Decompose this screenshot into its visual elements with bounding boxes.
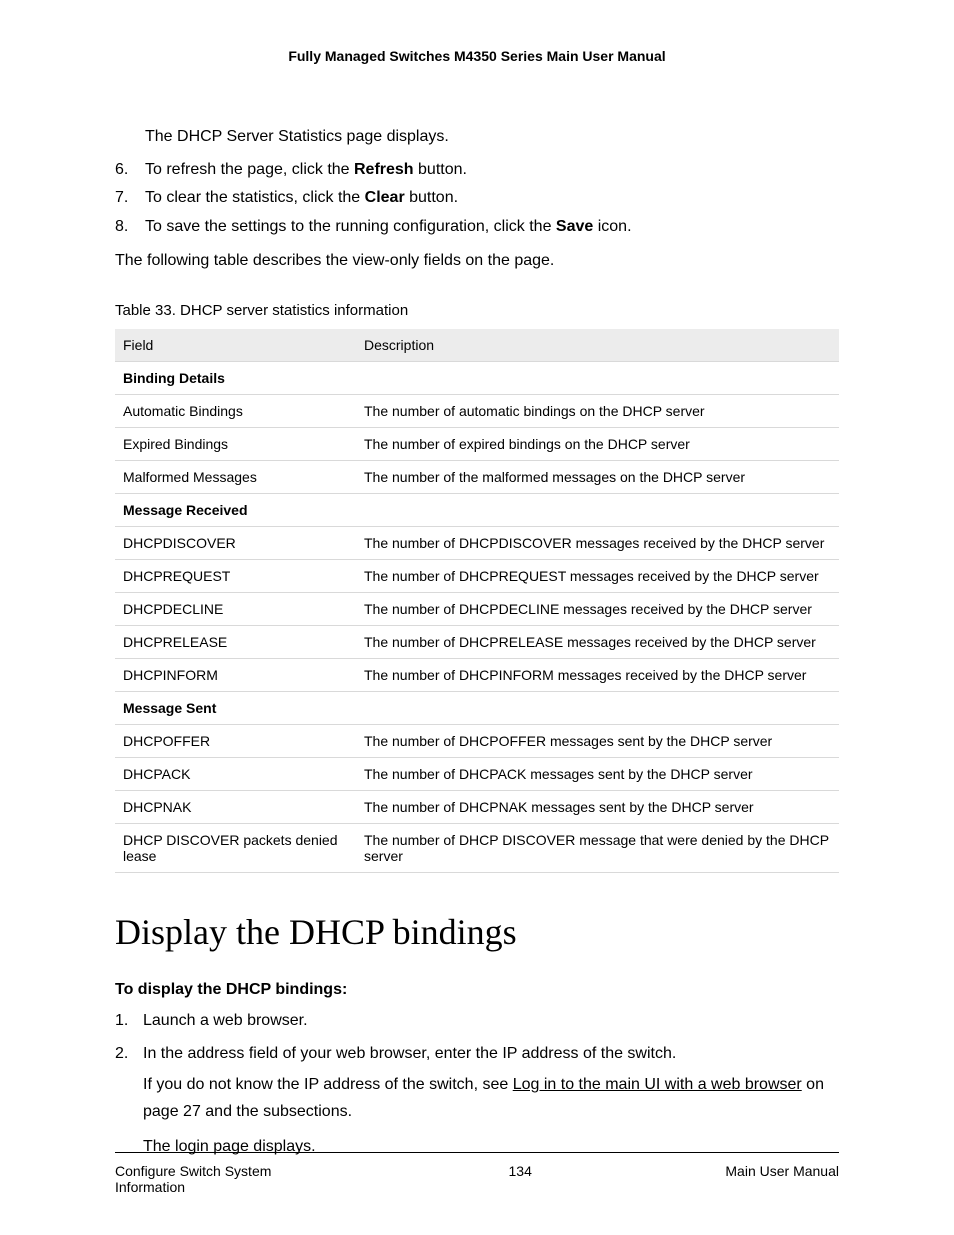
- cell-description: [356, 361, 839, 394]
- cell-field: DHCPINFORM: [115, 658, 356, 691]
- step-7: 7. To clear the statistics, click the Cl…: [115, 184, 839, 213]
- cell-field: DHCPDECLINE: [115, 592, 356, 625]
- table-row: DHCPINFORMThe number of DHCPINFORM messa…: [115, 658, 839, 691]
- step-text: In the address field of your web browser…: [143, 1045, 676, 1062]
- cell-field: DHCPREQUEST: [115, 559, 356, 592]
- table-caption: Table 33. DHCP server statistics informa…: [115, 302, 839, 319]
- footer-left: Configure Switch System Information: [115, 1163, 315, 1195]
- step-8: 8. To save the settings to the running c…: [115, 213, 839, 242]
- table-intro-text: The following table describes the view-o…: [115, 248, 839, 274]
- cell-description: The number of DHCPINFORM messages receiv…: [356, 658, 839, 691]
- table-row: DHCPDECLINEThe number of DHCPDECLINE mes…: [115, 592, 839, 625]
- page-header: Fully Managed Switches M4350 Series Main…: [115, 48, 839, 64]
- cell-description: The number of expired bindings on the DH…: [356, 427, 839, 460]
- table-row: DHCPACKThe number of DHCPACK messages se…: [115, 757, 839, 790]
- table-row: DHCPDISCOVERThe number of DHCPDISCOVER m…: [115, 526, 839, 559]
- cell-field: Binding Details: [115, 361, 356, 394]
- step-6: 6. To refresh the page, click the Refres…: [115, 156, 839, 185]
- step-number: 2.: [115, 1040, 128, 1067]
- stats-table: Field Description Binding DetailsAutomat…: [115, 329, 839, 873]
- table-row: DHCPREQUESTThe number of DHCPREQUEST mes…: [115, 559, 839, 592]
- step-text: To save the settings to the running conf…: [145, 218, 632, 235]
- step-continuation: If you do not know the IP address of the…: [143, 1071, 839, 1125]
- cell-field: DHCPOFFER: [115, 724, 356, 757]
- step-text: Launch a web browser.: [143, 1012, 308, 1029]
- cell-description: The number of DHCPRELEASE messages recei…: [356, 625, 839, 658]
- table-row: Message Sent: [115, 691, 839, 724]
- cell-description: The number of DHCPACK messages sent by t…: [356, 757, 839, 790]
- cell-field: DHCPDISCOVER: [115, 526, 356, 559]
- th-description: Description: [356, 329, 839, 362]
- cell-field: DHCPACK: [115, 757, 356, 790]
- table-row: Message Received: [115, 493, 839, 526]
- cell-field: Malformed Messages: [115, 460, 356, 493]
- step-number: 8.: [115, 213, 128, 242]
- intro-text: The DHCP Server Statistics page displays…: [115, 124, 839, 150]
- table-row: DHCP DISCOVER packets denied leaseThe nu…: [115, 823, 839, 872]
- table-row: Automatic BindingsThe number of automati…: [115, 394, 839, 427]
- page-number: 134: [509, 1163, 532, 1195]
- cell-description: The number of DHCPOFFER messages sent by…: [356, 724, 839, 757]
- table-row: Expired BindingsThe number of expired bi…: [115, 427, 839, 460]
- cell-description: The number of the malformed messages on …: [356, 460, 839, 493]
- table-row: Binding Details: [115, 361, 839, 394]
- cell-description: The number of DHCPNAK messages sent by t…: [356, 790, 839, 823]
- step-number: 6.: [115, 156, 128, 185]
- cell-description: The number of DHCPREQUEST messages recei…: [356, 559, 839, 592]
- proc-step-1: 1. Launch a web browser.: [115, 1007, 839, 1034]
- section-heading: Display the DHCP bindings: [115, 911, 839, 953]
- cell-description: The number of DHCPDECLINE messages recei…: [356, 592, 839, 625]
- step-number: 1.: [115, 1007, 128, 1034]
- th-field: Field: [115, 329, 356, 362]
- cell-description: [356, 691, 839, 724]
- step-number: 7.: [115, 184, 128, 213]
- cell-field: DHCP DISCOVER packets denied lease: [115, 823, 356, 872]
- table-row: DHCPNAKThe number of DHCPNAK messages se…: [115, 790, 839, 823]
- cell-field: DHCPNAK: [115, 790, 356, 823]
- cell-field: Message Received: [115, 493, 356, 526]
- cross-reference-link[interactable]: Log in to the main UI with a web browser: [513, 1076, 802, 1093]
- cell-description: The number of DHCP DISCOVER message that…: [356, 823, 839, 872]
- cell-description: The number of DHCPDISCOVER messages rece…: [356, 526, 839, 559]
- cell-description: The number of automatic bindings on the …: [356, 394, 839, 427]
- cell-field: Message Sent: [115, 691, 356, 724]
- table-row: Malformed MessagesThe number of the malf…: [115, 460, 839, 493]
- cell-description: [356, 493, 839, 526]
- cell-field: Expired Bindings: [115, 427, 356, 460]
- footer-right: Main User Manual: [725, 1163, 839, 1195]
- page-footer: Configure Switch System Information 134 …: [115, 1152, 839, 1195]
- cell-field: Automatic Bindings: [115, 394, 356, 427]
- step-text: To refresh the page, click the Refresh b…: [145, 161, 467, 178]
- step-text: To clear the statistics, click the Clear…: [145, 189, 458, 206]
- proc-step-2: 2. In the address field of your web brow…: [115, 1040, 839, 1161]
- cell-field: DHCPRELEASE: [115, 625, 356, 658]
- table-row: DHCPRELEASEThe number of DHCPRELEASE mes…: [115, 625, 839, 658]
- section-lead: To display the DHCP bindings:: [115, 981, 839, 999]
- table-row: DHCPOFFERThe number of DHCPOFFER message…: [115, 724, 839, 757]
